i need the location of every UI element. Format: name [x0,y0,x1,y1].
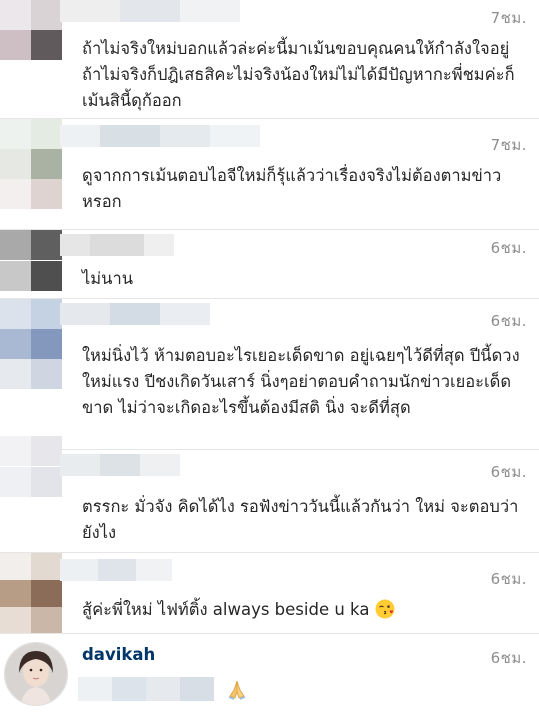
comment-timestamp: 7ชม. [490,136,527,154]
blurred-avatar[interactable] [0,299,62,389]
comment-item: 7ชม. ดูจากการเม้นตอบไอจีใหม่ก็รุ้แล้วว่า… [0,119,539,229]
comment-timestamp: 6ชม. [490,649,527,667]
author-username[interactable]: davikah [82,645,155,664]
blurred-username[interactable] [60,0,240,22]
comment-item: 7ชม. ถ้าไม่จริงใหม่บอกแล้วล่ะค่ะนี้มาเม้… [0,0,539,118]
comment-text: ถ้าไม่จริงใหม่บอกแล้วล่ะค่ะนี้มาเม้นขอบค… [82,39,515,110]
blurred-avatar[interactable] [0,230,62,292]
folded-hands-emoji [228,680,246,700]
comment-text: ไม่นาน [82,269,133,288]
comment-item: 6ชม. ใหม่นิ่งไว้ ห้ามตอบอะไรเยอะเด็ดขาด … [0,299,539,449]
comment-item: 6ชม. ตรรกะ มั่วจัง คิดได้ไง รอฟังข่าววัน… [0,436,539,552]
blurred-username[interactable] [60,454,180,476]
author-avatar[interactable] [4,642,68,706]
blurred-avatar[interactable] [0,553,62,633]
comment-text: ตรรกะ มั่วจัง คิดได้ไง รอฟังข่าววันนี้แล… [82,497,519,542]
comment-text: ดูจากการเม้นตอบไอจีใหม่ก็รุ้แล้วว่าเรื่อ… [82,166,502,211]
blurred-avatar[interactable] [0,436,62,498]
comment-timestamp: 6ชม. [490,463,527,481]
blurred-avatar[interactable] [0,0,62,60]
comment-text: ใหม่นิ่งไว้ ห้ามตอบอะไรเยอะเด็ดขาด อยู่เ… [82,346,520,417]
comment-text: สู้ค่ะพี่ใหม่ ไฟท์ติ้ง always beside u k… [82,597,527,623]
blurred-avatar[interactable] [0,119,62,209]
comment-text-body: สู้ค่ะพี่ใหม่ ไฟท์ติ้ง always beside u k… [82,600,370,619]
comment-timestamp: 6ชม. [490,570,527,588]
blurred-username[interactable] [60,303,210,325]
blurred-username[interactable] [60,559,172,581]
kissing-face-emoji [375,599,395,619]
comment-item: 6ชม. สู้ค่ะพี่ใหม่ ไฟท์ติ้ง always besid… [0,553,539,633]
comment-timestamp: 6ชม. [490,239,527,257]
blurred-mention[interactable] [78,677,214,701]
blurred-username[interactable] [60,234,174,256]
author-reply: davikah 6ชม. [0,634,539,715]
comment-item: 6ชม. ไม่นาน [0,230,539,298]
comment-timestamp: 6ชม. [490,312,527,330]
comment-timestamp: 7ชม. [490,9,527,27]
blurred-username[interactable] [60,125,260,147]
comment-feed: 7ชม. ถ้าไม่จริงใหม่บอกแล้วล่ะค่ะนี้มาเม้… [0,0,539,715]
profile-photo-icon [5,643,67,705]
